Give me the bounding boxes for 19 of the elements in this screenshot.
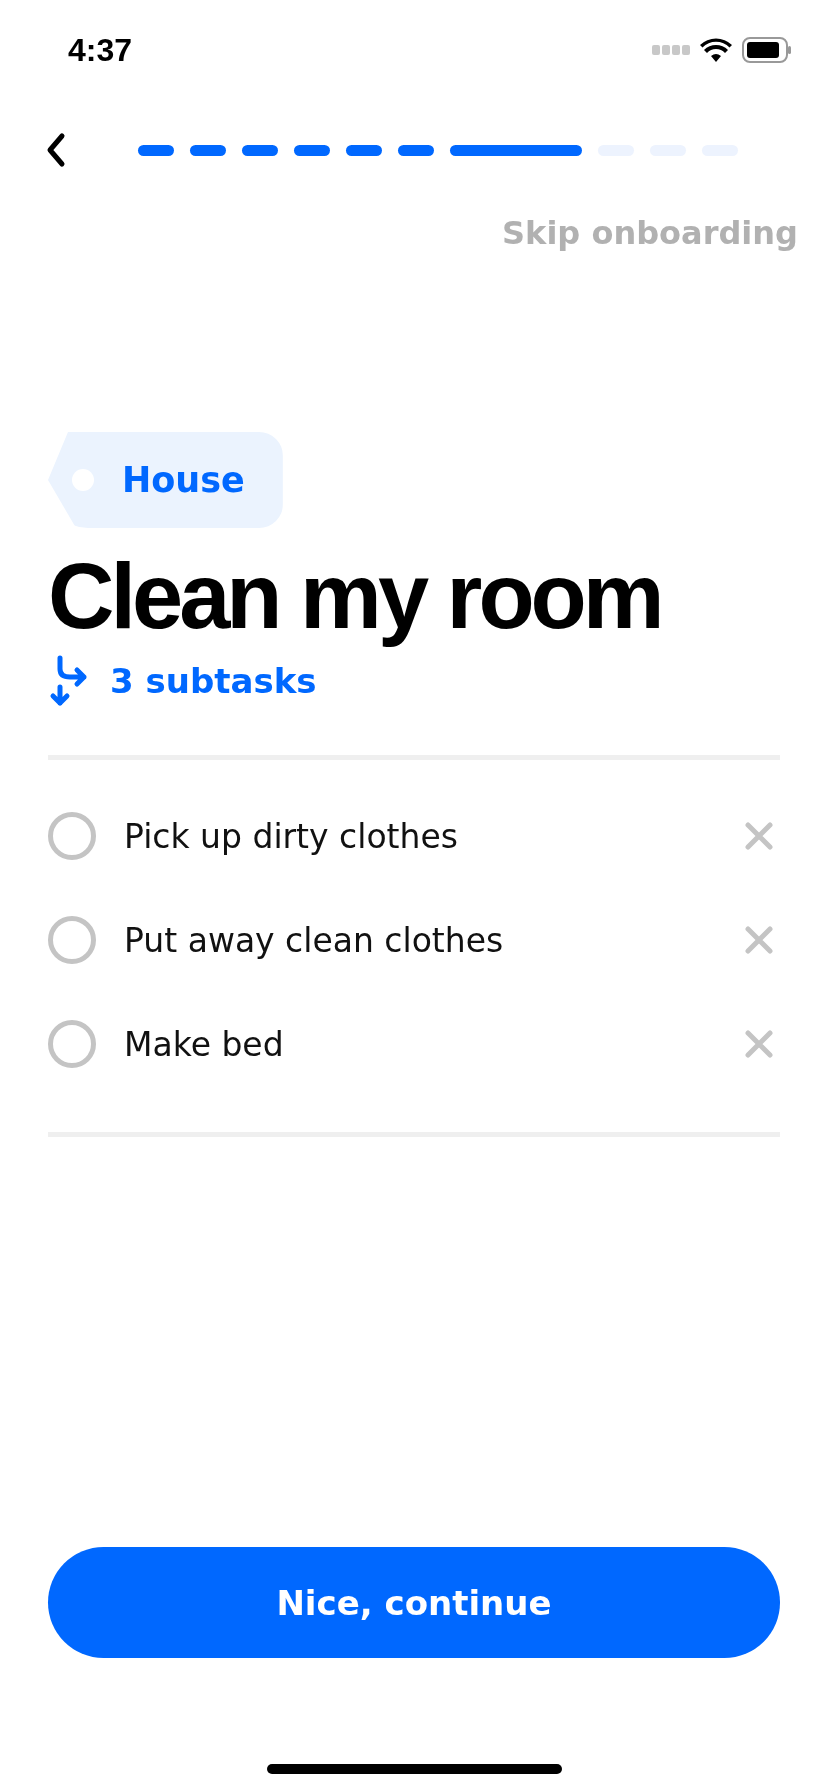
remove-icon[interactable]: [744, 821, 774, 852]
subtask-label: Make bed: [124, 1024, 285, 1064]
subtask-label: Put away clean clothes: [124, 920, 505, 960]
task-title: Clean my room: [48, 546, 662, 648]
remove-icon[interactable]: [744, 925, 774, 956]
remove-icon[interactable]: [744, 1029, 774, 1060]
wifi-icon: [700, 38, 732, 62]
subtask-label: Pick up dirty clothes: [124, 816, 459, 856]
subtask-checkbox[interactable]: [48, 916, 96, 965]
tag-label: House: [122, 460, 245, 500]
subtask-count: 3 subtasks: [110, 661, 317, 702]
battery-icon: [742, 37, 792, 63]
subtask-checkbox[interactable]: [48, 1020, 96, 1069]
subtask-checkbox[interactable]: [48, 812, 96, 861]
category-tag[interactable]: House: [48, 432, 283, 528]
signal-icon: [652, 45, 690, 55]
continue-button[interactable]: Nice, continue: [48, 1547, 780, 1658]
skip-link[interactable]: Skip onboarding: [502, 214, 798, 252]
status-time: 4:37: [68, 31, 133, 69]
